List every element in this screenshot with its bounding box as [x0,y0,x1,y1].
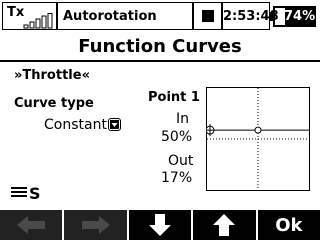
dropdown-arrow-icon[interactable] [108,118,121,131]
page-title: Function Curves [78,36,242,57]
input-value[interactable]: 50% [161,129,192,145]
battery-icon: 74% [273,6,316,27]
softkey-up[interactable] [193,210,256,240]
output-label: Out [168,153,194,169]
input-label: In [176,111,190,127]
title-divider [0,60,320,62]
model-name: Autorotation [63,9,157,24]
curve-graph [206,87,310,191]
tx-label: Tx [7,5,25,20]
curve-type-value[interactable]: Constant [44,117,107,133]
curve-point [254,126,262,134]
stop-square-icon [202,10,214,22]
softkey-ok[interactable]: Ok [257,210,320,240]
point-label: Point 1 [148,90,200,105]
clock-box: 2:53:48 [222,2,279,30]
ok-label: Ok [275,214,303,236]
model-name-box: Autorotation [57,2,193,30]
function-name[interactable]: »Throttle« [14,68,90,83]
status-bar: Tx Autorotation 2:53:48 74% [0,0,320,33]
battery-percent: 74% [284,9,316,24]
arrow-right-icon [81,216,110,234]
signal-bars-icon [23,13,53,29]
switch-assign-label[interactable]: S [29,184,41,203]
curve-type-label: Curve type [14,96,94,111]
softkey-right[interactable] [64,210,127,240]
output-value[interactable]: 17% [161,170,192,186]
input-marker [206,124,215,137]
arrow-down-icon [149,214,172,236]
switch-assign-icon[interactable] [11,186,27,198]
softkey-left[interactable] [0,210,63,240]
tx-signal-indicator: Tx [2,2,57,30]
arrow-up-icon [213,214,236,236]
arrow-left-icon [17,216,46,234]
timer-status-box [193,2,222,30]
softkey-bar: Ok [0,210,320,240]
softkey-down[interactable] [128,210,192,240]
